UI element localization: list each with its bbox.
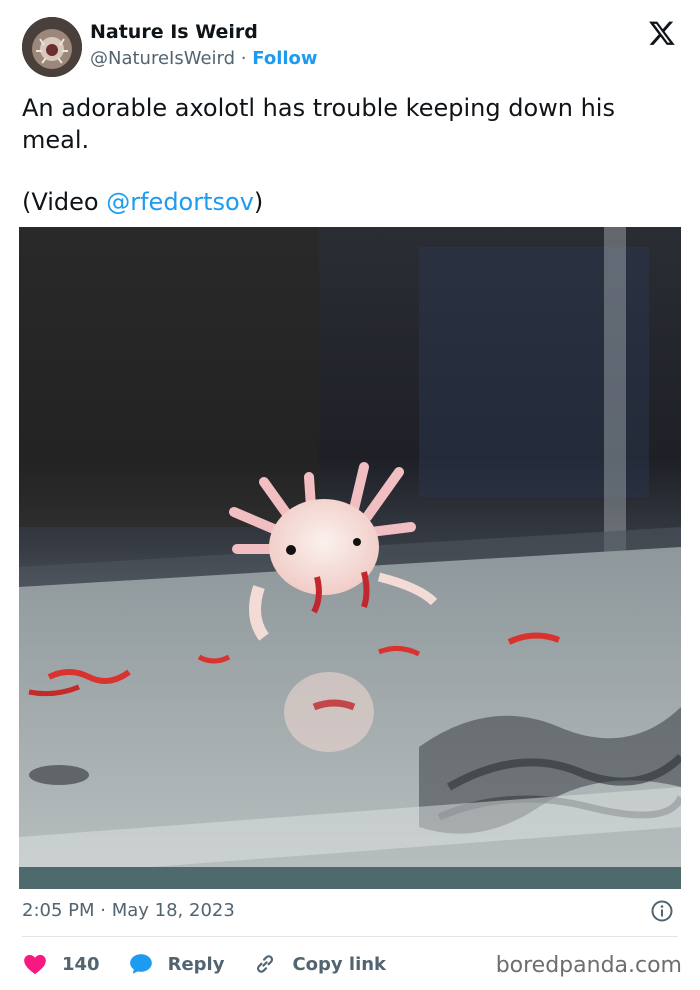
follow-button[interactable]: Follow (252, 48, 317, 69)
x-logo-icon[interactable] (648, 19, 676, 47)
handle-separator: · (240, 48, 247, 69)
tweet-text-line2: meal. (22, 126, 90, 154)
video-credit-suffix: ) (253, 188, 264, 216)
author-avatar[interactable] (22, 17, 82, 77)
avatar-image (22, 17, 82, 77)
reply-button[interactable]: Reply (128, 951, 225, 977)
tweet-actions-bar: 140 Reply Copy link (22, 949, 414, 979)
axolotl-video-frame (19, 227, 681, 889)
author-handle[interactable]: @NatureIsWeird (90, 48, 235, 69)
timestamp-separator: · (94, 900, 112, 921)
info-icon[interactable] (650, 899, 674, 923)
reply-bubble-icon (129, 954, 152, 974)
actions-divider (22, 936, 678, 937)
like-count: 140 (62, 953, 100, 975)
tweet-video[interactable] (19, 227, 681, 889)
tweet-time: 2:05 PM (22, 900, 95, 921)
link-icon (257, 955, 274, 973)
author-handle-row: @NatureIsWeird · Follow (90, 48, 318, 69)
copy-link-label: Copy link (292, 953, 387, 975)
author-name[interactable]: Nature Is Weird (90, 21, 258, 43)
tweet-text-line1: An adorable axolotl has trouble keeping … (22, 94, 615, 122)
like-button[interactable]: 140 (22, 951, 100, 977)
tweet-date: May 18, 2023 (111, 900, 235, 921)
tweet-text: An adorable axolotl has trouble keeping … (22, 92, 672, 218)
heart-icon (24, 954, 46, 975)
boredpanda-watermark: boredpanda.com (495, 953, 682, 978)
tweet-embed-card: Nature Is Weird @NatureIsWeird · Follow … (0, 0, 700, 990)
copy-link-button[interactable]: Copy link (252, 951, 386, 977)
video-credit-mention[interactable]: @rfedortsov (106, 188, 254, 216)
video-credit-prefix: (Video (22, 188, 107, 216)
tweet-timestamp[interactable]: 2:05 PM · May 18, 2023 (22, 900, 235, 921)
reply-label: Reply (167, 953, 225, 975)
